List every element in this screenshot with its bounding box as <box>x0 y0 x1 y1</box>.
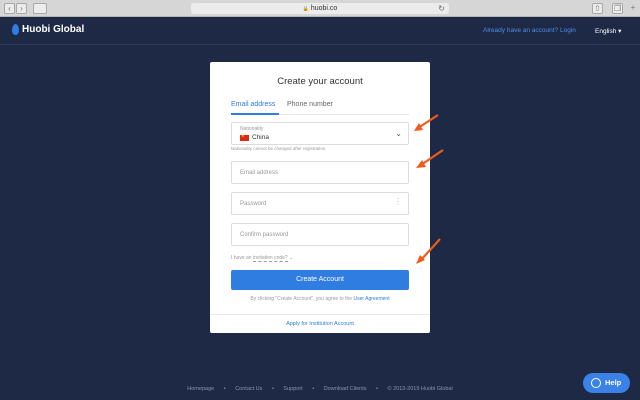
signup-tabs: Email address Phone number <box>231 99 409 115</box>
invite-prefix: I have an <box>231 255 252 261</box>
address-bar[interactable]: 🔒 huobi.co ↻ <box>191 3 449 14</box>
chevron-down-icon: ▾ <box>618 28 622 35</box>
password-field[interactable]: Password ⋮ <box>231 192 409 215</box>
annotation-arrow-create-account <box>416 238 441 264</box>
annotation-arrow-email <box>416 149 444 168</box>
nationality-select[interactable]: Nationality China ⌄ <box>231 122 409 145</box>
china-flag-icon <box>240 133 249 141</box>
logo[interactable]: Huobi Global <box>12 24 84 35</box>
browser-toolbar: ‹ › 🔒 huobi.co ↻ ⇧ ❐ + <box>0 0 640 17</box>
agreement-text: By clicking "Create Account", you agree … <box>210 296 430 302</box>
language-select[interactable]: English ▾ <box>595 27 621 35</box>
page-title: Create your account <box>277 76 363 87</box>
nationality-label: Nationality <box>240 126 264 132</box>
chat-bubble-icon <box>591 378 601 388</box>
new-tab-icon[interactable]: + <box>628 3 638 14</box>
footer-link-contact[interactable]: Contact Us <box>235 386 262 392</box>
chevron-down-icon: ⌄ <box>395 129 402 138</box>
user-agreement-link[interactable]: User Agreement <box>353 296 389 302</box>
invitation-toggle[interactable]: I have an invitation code? ⌄ <box>231 255 294 262</box>
email-placeholder: Email address <box>240 170 279 176</box>
agree-prefix: By clicking "Create Account", you agree … <box>250 296 353 302</box>
active-tab-indicator <box>231 113 279 115</box>
confirm-placeholder: Confirm password <box>240 232 289 238</box>
footer-separator: • <box>376 386 378 392</box>
footer-link-homepage[interactable]: Homepage <box>187 386 214 392</box>
tab-email[interactable]: Email address <box>231 101 275 108</box>
share-icon[interactable]: ⇧ <box>592 3 603 14</box>
sidebar-icon[interactable] <box>33 3 47 14</box>
forward-icon[interactable]: › <box>16 3 27 14</box>
create-account-button[interactable]: Create Account <box>231 270 409 290</box>
invite-link[interactable]: invitation code? <box>252 255 288 262</box>
institution-account-link[interactable]: Apply for Institution Account <box>210 314 430 333</box>
login-link[interactable]: Already have an account? Login <box>483 27 576 34</box>
annotation-arrow-nationality <box>414 114 439 131</box>
footer-separator: • <box>223 386 226 392</box>
tabs-icon[interactable]: ❐ <box>612 3 623 14</box>
logo-text: Huobi Global <box>22 24 85 35</box>
footer-separator: • <box>312 386 315 392</box>
language-label: English <box>595 28 617 35</box>
footer-separator: • <box>271 386 274 392</box>
page-footer: Homepage • Contact Us • Support • Downlo… <box>0 386 640 392</box>
url-text: huobi.co <box>310 5 338 12</box>
back-icon[interactable]: ‹ <box>4 3 15 14</box>
tab-phone[interactable]: Phone number <box>287 101 333 108</box>
signup-card: Create your account Email address Phone … <box>210 62 430 333</box>
huobi-flame-icon <box>12 24 19 35</box>
lock-icon: 🔒 <box>302 6 309 12</box>
password-toggle-icon[interactable]: ⋮ <box>394 197 402 206</box>
top-nav: Huobi Global Already have an account? Lo… <box>0 17 640 45</box>
chevron-down-icon: ⌄ <box>289 255 294 261</box>
email-field[interactable]: Email address <box>231 161 409 184</box>
help-label: Help <box>605 378 622 387</box>
nationality-value: China <box>252 134 269 141</box>
reload-icon[interactable]: ↻ <box>438 3 445 14</box>
copyright: © 2013-2019 Huobi Global <box>387 386 453 392</box>
confirm-password-field[interactable]: Confirm password <box>231 223 409 246</box>
footer-link-download[interactable]: Download Clients <box>324 386 367 392</box>
nationality-note: Nationality cannot be changed after regi… <box>231 146 327 151</box>
footer-link-support[interactable]: Support <box>283 386 302 392</box>
help-button[interactable]: Help <box>583 373 630 393</box>
password-placeholder: Password <box>240 201 267 207</box>
